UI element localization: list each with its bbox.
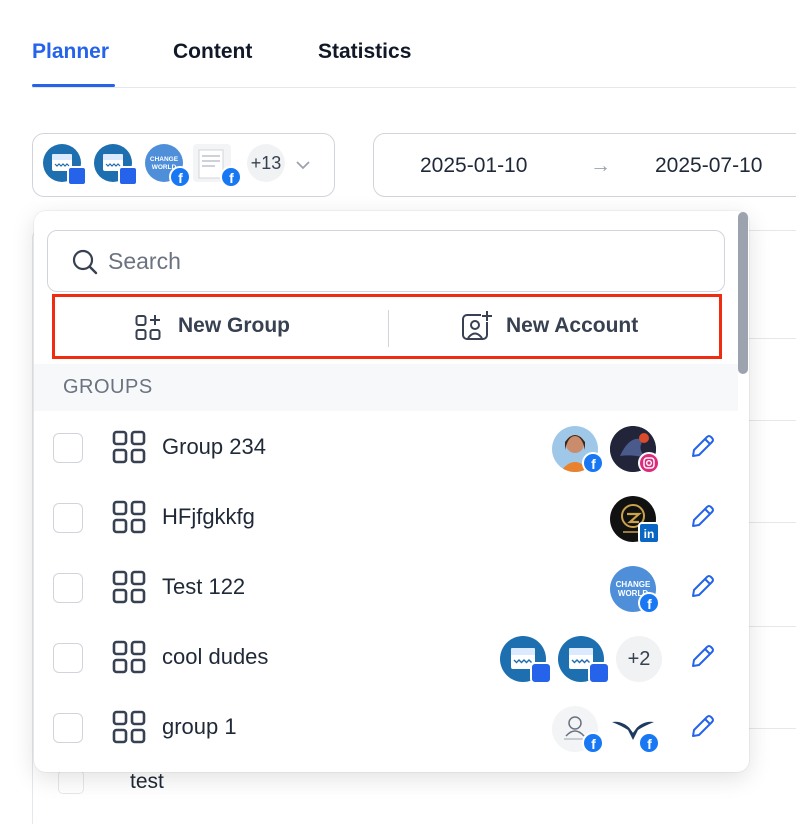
new-group-label: New Group	[178, 314, 291, 337]
table-row-checkbox[interactable]	[58, 770, 84, 794]
arrow-right-icon: →	[590, 154, 611, 177]
linkedin-badge: in	[638, 522, 660, 544]
group-checkbox[interactable]	[53, 433, 83, 463]
group-checkbox[interactable]	[53, 573, 83, 603]
edit-pencil-icon[interactable]	[689, 714, 715, 740]
account-selector[interactable]: CHANGE WORLD f f +13	[32, 133, 335, 197]
group-row[interactable]: Group 234 f	[34, 412, 738, 482]
svg-text:f: f	[647, 596, 652, 612]
edit-pencil-icon[interactable]	[689, 434, 715, 460]
group-name: Group 234	[162, 434, 266, 459]
group-name: Test 122	[162, 574, 246, 599]
new-group-button[interactable]: New Group	[55, 297, 385, 356]
facebook-badge: f	[169, 166, 191, 188]
google-business-badge	[588, 662, 610, 684]
svg-text:f: f	[591, 736, 596, 752]
facebook-badge: f	[582, 452, 604, 474]
facebook-badge: f	[638, 592, 660, 614]
table-row-label: test	[130, 770, 164, 793]
new-account-button[interactable]: New Account	[389, 297, 719, 356]
google-business-badge	[67, 166, 87, 186]
search-box[interactable]	[47, 230, 725, 292]
group-checkbox[interactable]	[53, 503, 83, 533]
group-row[interactable]: group 1 f f	[34, 692, 738, 762]
group-checkbox[interactable]	[53, 713, 83, 743]
google-business-badge	[118, 166, 138, 186]
account-dropdown: New Group New Account GROUPS	[34, 211, 749, 772]
more-accounts-count: +2	[616, 636, 662, 682]
tab-content[interactable]: Content	[173, 40, 252, 64]
new-account-label: New Account	[506, 314, 639, 337]
group-grid-icon	[112, 430, 146, 464]
svg-text:f: f	[229, 170, 234, 186]
more-accounts-count: +13	[247, 144, 285, 182]
edit-pencil-icon[interactable]	[689, 504, 715, 530]
facebook-badge: f	[220, 166, 242, 188]
planner-page: Planner Content Statistics test CHANGE WO…	[0, 0, 796, 824]
tab-statistics[interactable]: Statistics	[318, 40, 411, 64]
group-name: group 1	[162, 714, 237, 739]
dropdown-scrollbar[interactable]	[738, 212, 748, 374]
active-tab-indicator	[32, 84, 115, 87]
group-row[interactable]: Test 122 CHANGE WORLD f	[34, 552, 738, 622]
date-range-picker[interactable]: 2025-01-10 → 2025-07-10	[373, 133, 796, 197]
group-row[interactable]: cool dudes +2	[34, 622, 738, 692]
chevron-down-icon	[296, 161, 310, 170]
instagram-badge	[638, 452, 660, 474]
edit-pencil-icon[interactable]	[689, 644, 715, 670]
svg-text:f: f	[178, 170, 183, 186]
facebook-badge: f	[638, 732, 660, 754]
group-checkbox[interactable]	[53, 643, 83, 673]
tab-bar: Planner Content Statistics	[32, 0, 796, 88]
add-account-icon	[462, 310, 493, 340]
group-name: HFjfgkkfg	[162, 504, 255, 529]
svg-text:in: in	[644, 527, 655, 541]
add-group-icon	[135, 315, 161, 340]
search-icon	[72, 249, 98, 275]
group-grid-icon	[112, 570, 146, 604]
group-grid-icon	[112, 640, 146, 674]
groups-section-header: GROUPS	[34, 364, 738, 411]
end-date[interactable]: 2025-07-10	[655, 154, 762, 178]
facebook-badge: f	[582, 732, 604, 754]
svg-text:CHANGE: CHANGE	[150, 156, 179, 163]
groups-header-label: GROUPS	[63, 376, 153, 398]
tab-planner[interactable]: Planner	[32, 40, 109, 64]
svg-text:f: f	[647, 736, 652, 752]
search-input[interactable]	[108, 245, 708, 277]
group-grid-icon	[112, 710, 146, 744]
group-row[interactable]: HFjfgkkfg in	[34, 482, 738, 552]
edit-pencil-icon[interactable]	[689, 574, 715, 600]
svg-text:CHANGE: CHANGE	[616, 580, 651, 589]
group-name: cool dudes	[162, 644, 269, 669]
svg-text:f: f	[591, 456, 596, 472]
group-grid-icon	[112, 500, 146, 534]
google-business-badge	[530, 662, 552, 684]
start-date[interactable]: 2025-01-10	[420, 154, 527, 178]
new-actions-highlight: New Group New Account	[52, 294, 722, 359]
